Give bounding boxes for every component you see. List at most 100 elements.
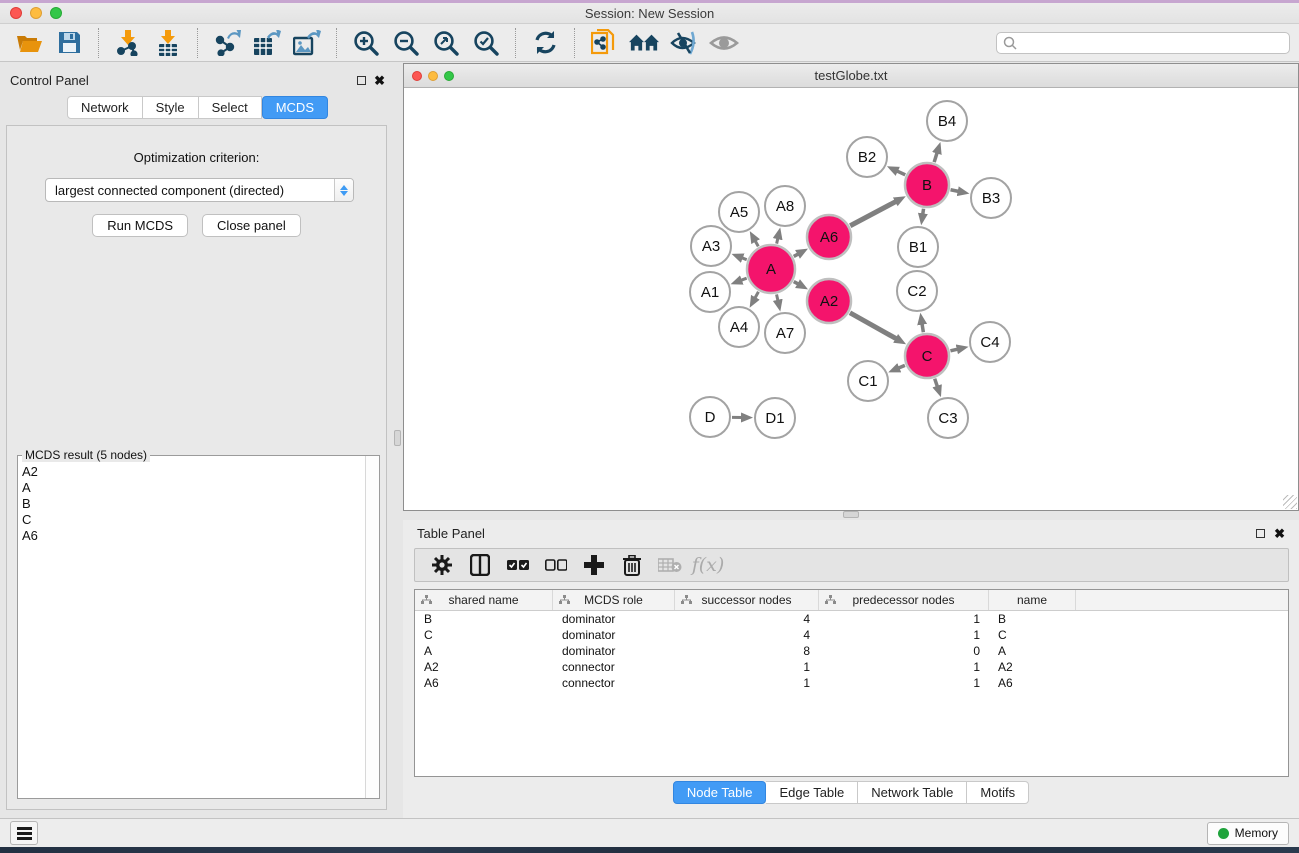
graph-edge-A-A2[interactable]: [794, 282, 799, 285]
table-row[interactable]: A6connector11A6: [415, 675, 1288, 691]
close-panel-button[interactable]: Close panel: [202, 214, 301, 237]
tab-edge-table[interactable]: Edge Table: [766, 781, 858, 804]
select-all-columns-icon[interactable]: [505, 552, 531, 578]
zoom-in-icon[interactable]: [351, 28, 381, 58]
mcds-result-item[interactable]: A2: [22, 464, 365, 480]
table-cell: A6: [989, 676, 1076, 690]
unselect-all-columns-icon[interactable]: [543, 552, 569, 578]
mcds-result-item[interactable]: C: [22, 512, 365, 528]
search-input[interactable]: [1017, 36, 1283, 50]
list-icon: [17, 827, 32, 840]
graph-node-label: C: [922, 348, 933, 365]
column-header-predecessor-nodes[interactable]: predecessor nodes: [819, 590, 989, 610]
memory-button[interactable]: Memory: [1207, 822, 1289, 845]
graph-edge-A-A4[interactable]: [754, 292, 758, 299]
tab-motifs[interactable]: Motifs: [967, 781, 1029, 804]
graph-edge-C-C3[interactable]: [935, 379, 938, 388]
app-titlebar: Session: New Session: [0, 0, 1299, 24]
table-float-panel-icon[interactable]: [1256, 529, 1265, 538]
table-row[interactable]: Cdominator41C: [415, 627, 1288, 643]
duplicate-network-icon[interactable]: [589, 28, 619, 58]
show-all-panels-icon[interactable]: [629, 28, 659, 58]
graph-edge-A-A8[interactable]: [777, 237, 778, 243]
graph-edge-B-B3[interactable]: [951, 190, 960, 192]
graph-edge-A-A6[interactable]: [794, 253, 799, 256]
tab-network-table[interactable]: Network Table: [858, 781, 967, 804]
column-header-successor-nodes[interactable]: successor nodes: [675, 590, 819, 610]
graph-edge-B-B2[interactable]: [896, 171, 905, 175]
graph-node-label: B4: [938, 113, 956, 130]
control-panel-title: Control Panel: [10, 73, 89, 88]
export-image-icon[interactable]: [292, 28, 322, 58]
graph-edge-A2-C[interactable]: [850, 313, 897, 340]
graph-edge-C-C2[interactable]: [922, 323, 923, 333]
column-header-MCDS-role[interactable]: MCDS role: [553, 590, 675, 610]
graph-edge-A-A7[interactable]: [777, 294, 779, 301]
tab-style[interactable]: Style: [143, 96, 199, 119]
close-panel-icon[interactable]: ✖: [374, 74, 385, 87]
vertical-splitter-grip[interactable]: [394, 430, 401, 446]
table-row[interactable]: A2connector11A2: [415, 659, 1288, 675]
tab-mcds[interactable]: MCDS: [262, 96, 328, 119]
mcds-result-item[interactable]: A6: [22, 528, 365, 544]
create-column-plus-icon[interactable]: [581, 552, 607, 578]
window-resize-grip[interactable]: [1283, 495, 1297, 509]
zoom-fit-icon[interactable]: [431, 28, 461, 58]
column-browser-icon[interactable]: [467, 552, 493, 578]
graph-node-label: B3: [982, 190, 1000, 207]
criterion-select[interactable]: largest connected component (directed): [45, 178, 354, 202]
refresh-layout-icon[interactable]: [530, 28, 560, 58]
open-session-icon[interactable]: [14, 28, 44, 58]
search-field[interactable]: [996, 32, 1290, 54]
graph-node-label: B2: [858, 149, 876, 166]
network-view-window: testGlobe.txt AA1A2A3A4A5A6A7A8BB1B2B3B4…: [403, 63, 1299, 511]
graph-edge-A-A1[interactable]: [740, 278, 747, 281]
table-close-panel-icon[interactable]: ✖: [1274, 527, 1285, 540]
table-row[interactable]: Bdominator41B: [415, 611, 1288, 627]
graph-edge-A6-B[interactable]: [850, 201, 897, 226]
horizontal-splitter-grip[interactable]: [843, 511, 859, 518]
graph-edge-C-C1[interactable]: [897, 365, 904, 368]
tab-network[interactable]: Network: [67, 96, 143, 119]
task-history-button[interactable]: [10, 821, 38, 845]
mcds-result-box: MCDS result (5 nodes) A2ABCA6: [17, 455, 380, 799]
graph-node-label: B: [922, 177, 932, 194]
graph-node-label: A8: [776, 198, 794, 215]
mcds-result-scrollbar[interactable]: [365, 456, 379, 798]
save-session-icon[interactable]: [54, 28, 84, 58]
hide-panels-icon[interactable]: [669, 28, 699, 58]
graph-edge-B-B4[interactable]: [934, 152, 937, 163]
graph-edge-C-C4[interactable]: [950, 349, 958, 351]
export-table-icon[interactable]: [252, 28, 282, 58]
zoom-selected-icon[interactable]: [471, 28, 501, 58]
graph-edge-A-A3[interactable]: [741, 257, 747, 259]
mcds-result-item[interactable]: B: [22, 496, 365, 512]
column-header-shared-name[interactable]: shared name: [415, 590, 553, 610]
delete-column-trash-icon[interactable]: [619, 552, 645, 578]
tab-node-table[interactable]: Node Table: [673, 781, 767, 804]
table-row[interactable]: Adominator80A: [415, 643, 1288, 659]
import-table-icon[interactable]: [153, 28, 183, 58]
table-panel-tabs: Node TableEdge TableNetwork TableMotifs: [403, 781, 1299, 804]
export-network-icon[interactable]: [212, 28, 242, 58]
run-mcds-button[interactable]: Run MCDS: [92, 214, 188, 237]
float-panel-icon[interactable]: [357, 76, 366, 85]
graph-node-label: A4: [730, 319, 748, 336]
column-header-name[interactable]: name: [989, 590, 1076, 610]
table-cell: 4: [675, 612, 819, 626]
import-network-icon[interactable]: [113, 28, 143, 58]
network-window-titlebar[interactable]: testGlobe.txt: [404, 64, 1298, 88]
control-panel: Control Panel ✖ NetworkStyleSelectMCDS O…: [4, 68, 391, 810]
tab-select[interactable]: Select: [199, 96, 262, 119]
table-cell: A6: [415, 676, 553, 690]
table-settings-gear-icon[interactable]: [429, 552, 455, 578]
show-graphics-details-icon[interactable]: [709, 28, 739, 58]
graph-edge-A-A5[interactable]: [755, 240, 759, 246]
zoom-out-icon[interactable]: [391, 28, 421, 58]
column-type-icon: [681, 595, 692, 605]
mcds-result-item[interactable]: A: [22, 480, 365, 496]
network-canvas[interactable]: AA1A2A3A4A5A6A7A8BB1B2B3B4CC1C2C3C4DD1: [404, 88, 1298, 510]
graph-edge-B-B1[interactable]: [923, 209, 924, 216]
column-type-icon: [559, 595, 570, 605]
table-panel-title: Table Panel: [417, 526, 485, 541]
